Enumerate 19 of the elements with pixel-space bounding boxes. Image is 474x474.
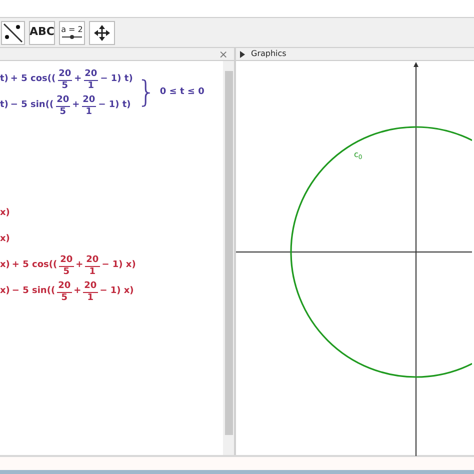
close-button[interactable]: ×: [218, 48, 228, 60]
input-bar[interactable]: [0, 455, 474, 470]
tool-button[interactable]: a = 2: [59, 20, 85, 44]
expand-triangle-icon[interactable]: [240, 50, 245, 58]
slider-tool-label: a = 2: [61, 26, 83, 34]
tool-button[interactable]: [1, 20, 25, 44]
tool-button[interactable]: ABC: [29, 20, 55, 44]
condition-text: 0 ≤ t ≤ 0: [160, 86, 204, 100]
curve-label: c$_{0}$: [354, 149, 362, 161]
graphics-title: Graphics: [251, 48, 286, 60]
slider-icon: [62, 34, 82, 40]
tool-button[interactable]: [89, 20, 115, 44]
formula-line: x): [0, 233, 11, 246]
line-tool-icon: [2, 22, 24, 44]
brace: }: [136, 78, 156, 108]
text-tool-label: ABC: [30, 24, 54, 40]
move-arrows-icon: [93, 24, 111, 42]
formula-line: x): [0, 207, 11, 220]
scrollbar[interactable]: [223, 61, 234, 455]
